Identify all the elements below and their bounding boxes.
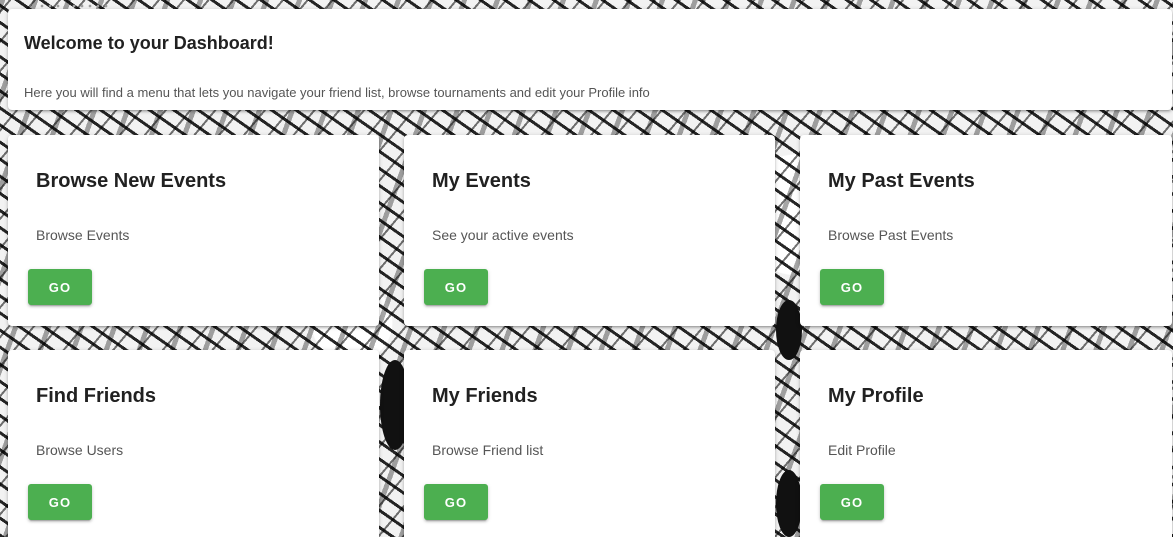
- card-title: Find Friends: [36, 385, 156, 407]
- card-description: Browse Events: [36, 227, 130, 243]
- my-past-events-card: My Past Events Browse Past Events GO: [800, 135, 1172, 326]
- browse-new-events-card: Browse New Events Browse Events GO: [8, 135, 379, 326]
- my-events-go-button[interactable]: GO: [424, 269, 488, 305]
- welcome-card: Welcome to your Dashboard! Here you will…: [8, 9, 1172, 110]
- welcome-description: Here you will find a menu that lets you …: [24, 85, 650, 100]
- my-past-events-go-button[interactable]: GO: [820, 269, 884, 305]
- my-events-card: My Events See your active events GO: [404, 135, 775, 326]
- my-profile-go-button[interactable]: GO: [820, 484, 884, 520]
- find-friends-go-button[interactable]: GO: [28, 484, 92, 520]
- my-friends-card: My Friends Browse Friend list GO: [404, 350, 775, 537]
- card-description: See your active events: [432, 227, 574, 243]
- my-profile-card: My Profile Edit Profile GO: [800, 350, 1172, 537]
- card-description: Browse Users: [36, 442, 124, 458]
- card-description: Browse Past Events: [828, 227, 954, 243]
- find-friends-card: Find Friends Browse Users GO: [8, 350, 379, 537]
- dots-decoration: [30, 4, 110, 8]
- my-friends-go-button[interactable]: GO: [424, 484, 488, 520]
- card-title: Browse New Events: [36, 170, 227, 192]
- card-title: My Friends: [432, 385, 538, 407]
- card-title: My Past Events: [828, 170, 975, 192]
- card-title: My Events: [432, 170, 531, 192]
- card-title: My Profile: [828, 385, 924, 407]
- page-title: Welcome to your Dashboard!: [24, 33, 274, 53]
- ink-blob: [776, 470, 802, 537]
- ink-blob: [776, 300, 802, 360]
- card-description: Edit Profile: [828, 442, 896, 458]
- card-description: Browse Friend list: [432, 442, 544, 458]
- browse-new-events-go-button[interactable]: GO: [28, 269, 92, 305]
